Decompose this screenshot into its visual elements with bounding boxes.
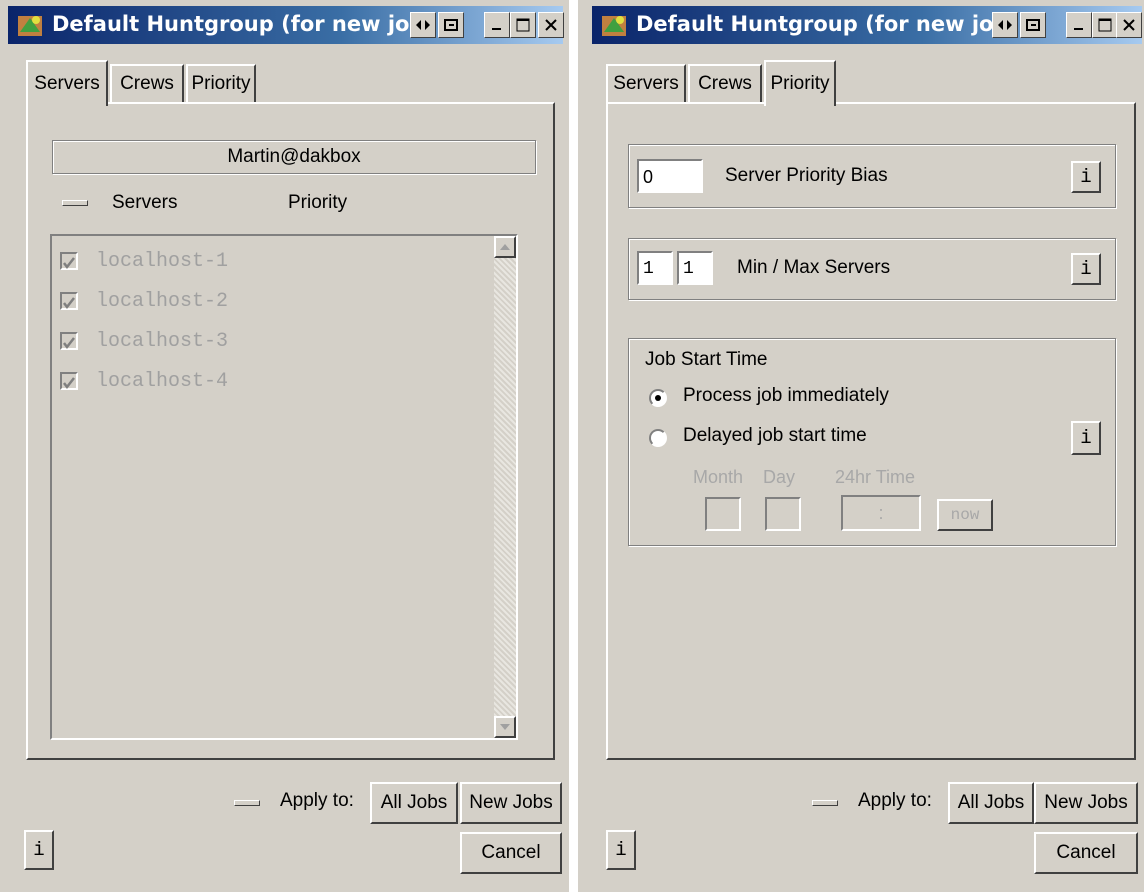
info-button[interactable]: i — [24, 830, 54, 870]
select-all-toggle[interactable] — [62, 200, 88, 206]
server-list[interactable]: localhost-1 localhost-2 localhost-3 loca… — [50, 234, 518, 740]
restore-icon — [444, 19, 458, 31]
scroll-down-button[interactable] — [494, 716, 516, 738]
pin-icon — [416, 20, 430, 30]
priority-bias-group: 0 Server Priority Bias i — [628, 144, 1116, 208]
server-checkbox[interactable] — [60, 252, 78, 270]
server-name: localhost-1 — [96, 250, 229, 273]
tab-crews[interactable]: Crews — [110, 64, 184, 102]
restore-icon — [1026, 19, 1040, 31]
all-jobs-button[interactable]: All Jobs — [948, 782, 1034, 824]
crew-label: Martin@dakbox — [52, 140, 536, 174]
priority-bias-input[interactable]: 0 — [637, 159, 703, 193]
close-button[interactable] — [538, 12, 564, 38]
priority-header: Priority — [288, 192, 348, 213]
servers-panel: Martin@dakbox Servers Priority localhost… — [26, 102, 555, 760]
job-start-heading: Job Start Time — [645, 349, 768, 370]
maximize-button[interactable] — [510, 12, 536, 38]
radio-delayed-label: Delayed job start time — [683, 425, 867, 446]
minimize-icon — [492, 28, 501, 30]
restore-button[interactable] — [438, 12, 464, 38]
maximize-icon — [1098, 18, 1112, 32]
priority-panel: 0 Server Priority Bias i 1 1 Min / Max S… — [606, 102, 1136, 760]
radio-delayed-button[interactable] — [649, 429, 667, 447]
job-start-info-button[interactable]: i — [1071, 421, 1101, 455]
left-window: Default Huntgroup (for new job Servers C… — [0, 0, 572, 892]
new-jobs-button[interactable]: New Jobs — [460, 782, 562, 824]
apply-toggle[interactable] — [234, 800, 260, 806]
minimize-icon — [1074, 28, 1083, 30]
server-list-items: localhost-1 localhost-2 localhost-3 loca… — [52, 236, 494, 738]
pin-icon — [998, 20, 1012, 30]
time-label: 24hr Time — [835, 467, 916, 487]
info-button[interactable]: i — [606, 830, 636, 870]
minimize-button[interactable] — [1066, 12, 1092, 38]
server-checkbox[interactable] — [60, 372, 78, 390]
scroll-up-icon — [500, 244, 510, 250]
priority-bias-label: Server Priority Bias — [725, 165, 888, 186]
restore-button[interactable] — [1020, 12, 1046, 38]
min-max-info-button[interactable]: i — [1071, 253, 1101, 285]
scroll-down-icon — [500, 724, 510, 730]
radio-immediate-button[interactable] — [649, 389, 667, 407]
app-icon — [602, 16, 626, 36]
minimize-button[interactable] — [484, 12, 510, 38]
cancel-button[interactable]: Cancel — [1034, 832, 1138, 874]
pin-button[interactable] — [992, 12, 1018, 38]
tab-crews[interactable]: Crews — [688, 64, 762, 102]
month-label: Month — [693, 467, 744, 487]
title-bar[interactable]: Default Huntgroup (for new job — [8, 6, 564, 44]
job-start-group: Job Start Time Process job immediately D… — [628, 338, 1116, 546]
maximize-icon — [516, 18, 530, 32]
tab-priority[interactable]: Priority — [764, 60, 836, 106]
time-input[interactable]: : — [841, 495, 921, 531]
close-button[interactable] — [1116, 12, 1142, 38]
day-input[interactable] — [765, 497, 801, 531]
tab-servers[interactable]: Servers — [606, 64, 686, 102]
window-title: Default Huntgroup (for new job — [52, 12, 425, 36]
close-icon — [1123, 19, 1135, 31]
server-checkbox[interactable] — [60, 332, 78, 350]
now-button[interactable]: now — [937, 499, 993, 531]
servers-header: Servers — [112, 192, 178, 213]
scroll-up-button[interactable] — [494, 236, 516, 258]
month-input[interactable] — [705, 497, 741, 531]
all-jobs-button[interactable]: All Jobs — [370, 782, 458, 824]
scrollbar[interactable] — [494, 236, 516, 738]
tab-priority[interactable]: Priority — [186, 64, 256, 102]
app-icon — [18, 16, 42, 36]
apply-toggle[interactable] — [812, 800, 838, 806]
radio-immediate[interactable]: Process job immediately — [649, 385, 949, 411]
min-servers-input[interactable]: 1 — [637, 251, 673, 285]
apply-label: Apply to: — [280, 790, 354, 811]
pin-button[interactable] — [410, 12, 436, 38]
right-window: Default Huntgroup (for new job Servers C… — [578, 0, 1144, 892]
priority-bias-info-button[interactable]: i — [1071, 161, 1101, 193]
apply-label: Apply to: — [858, 790, 932, 811]
title-bar[interactable]: Default Huntgroup (for new job — [592, 6, 1142, 44]
maximize-button[interactable] — [1092, 12, 1118, 38]
server-name: localhost-2 — [96, 290, 229, 313]
day-label: Day — [763, 467, 796, 487]
server-checkbox[interactable] — [60, 292, 78, 310]
cancel-button[interactable]: Cancel — [460, 832, 562, 874]
server-name: localhost-3 — [96, 330, 229, 353]
min-max-group: 1 1 Min / Max Servers i — [628, 238, 1116, 300]
close-icon — [545, 19, 557, 31]
server-name: localhost-4 — [96, 370, 229, 393]
min-max-label: Min / Max Servers — [737, 257, 891, 278]
tab-servers[interactable]: Servers — [26, 60, 108, 106]
new-jobs-button[interactable]: New Jobs — [1034, 782, 1138, 824]
radio-immediate-label: Process job immediately — [683, 385, 889, 406]
max-servers-input[interactable]: 1 — [677, 251, 713, 285]
radio-delayed[interactable]: Delayed job start time — [649, 425, 949, 451]
